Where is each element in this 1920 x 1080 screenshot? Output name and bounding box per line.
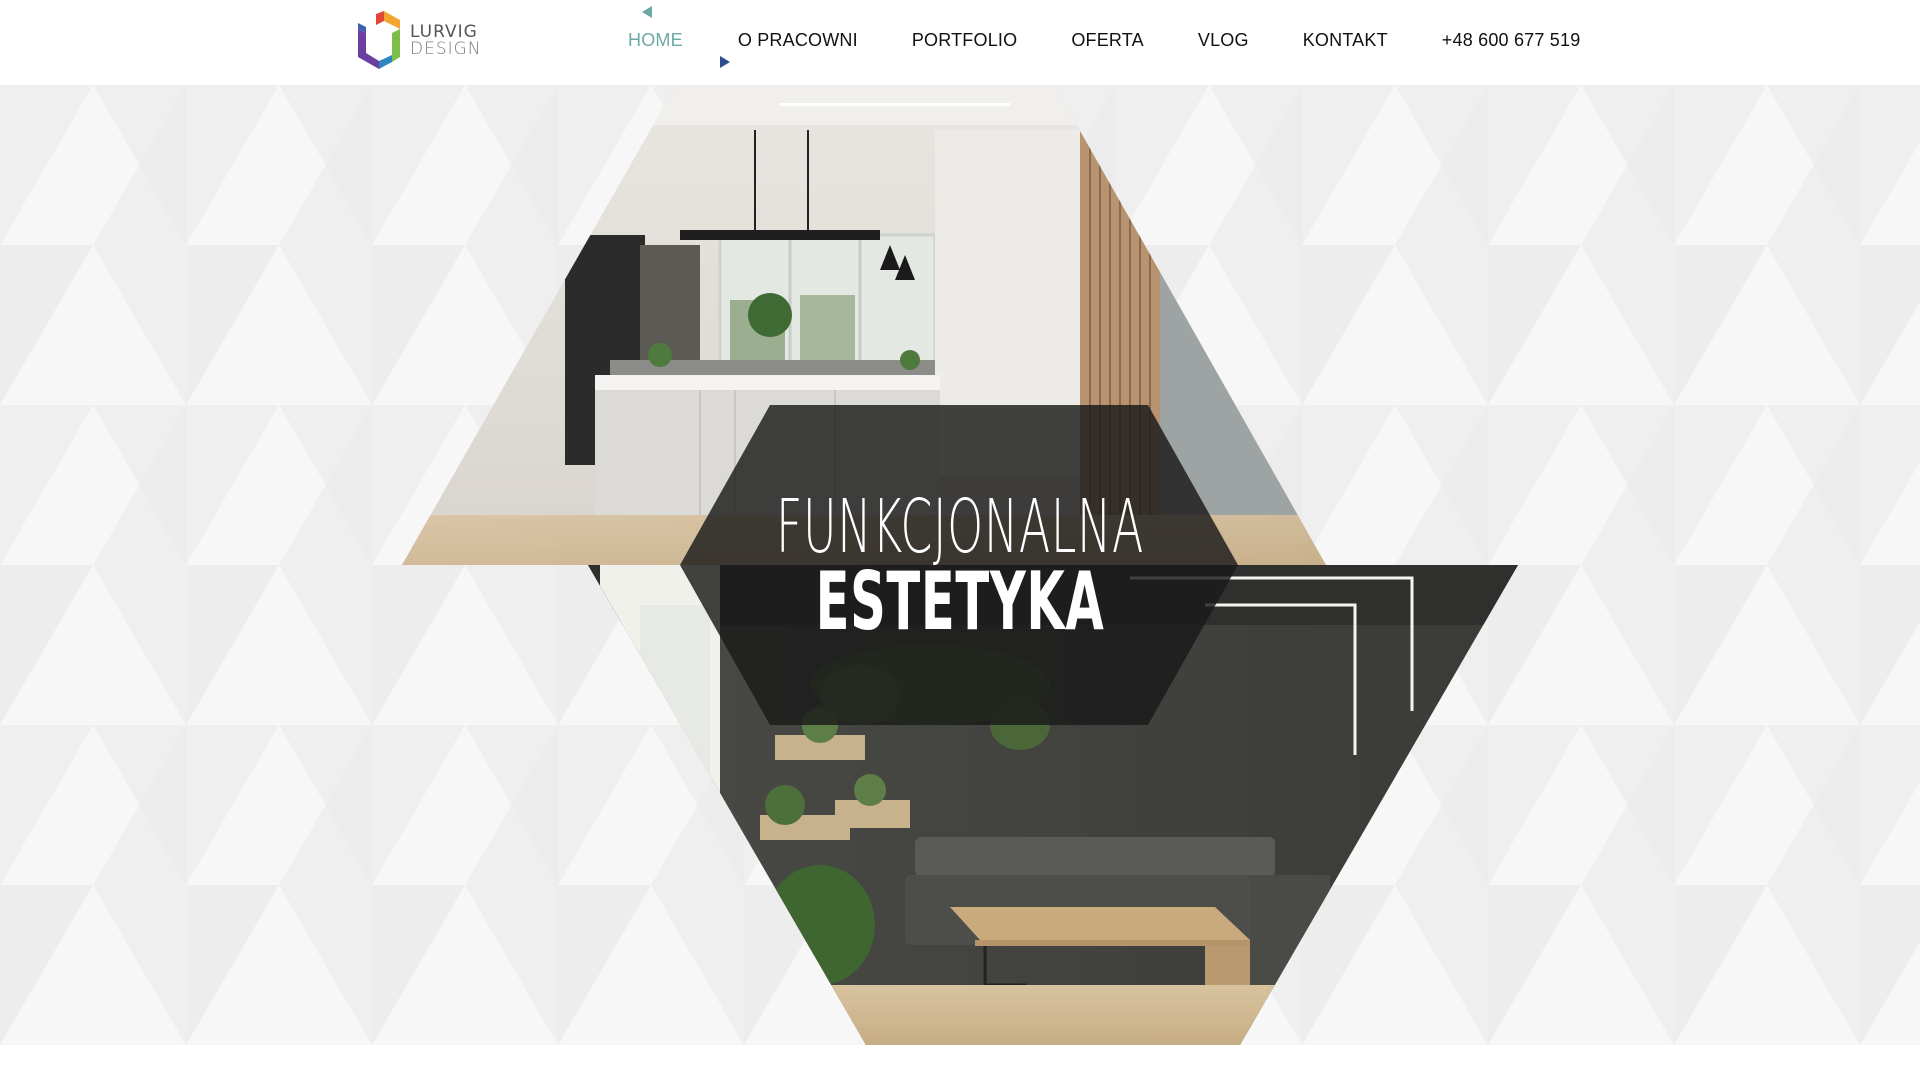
logo-mark-icon [358,11,400,69]
main-nav: HOME O PRACOWNI PORTFOLIO OFERTA VLOG KO… [628,0,1580,80]
page-bottom-strip [0,1045,1920,1080]
site-header: LURVIG DESIGN HOME O PRACOWNI PORTFOLIO … [0,0,1920,85]
hero-section: FUNKCJONALNA ESTETYKA [0,85,1920,1045]
nav-vlog[interactable]: VLOG [1198,30,1249,51]
logo-link[interactable]: LURVIG DESIGN [354,10,489,72]
nav-oferta[interactable]: OFERTA [1071,30,1144,51]
logo-text-line2: DESIGN [410,39,482,59]
hero-headline: FUNKCJONALNA ESTETYKA [0,490,1920,642]
nav-phone[interactable]: +48 600 677 519 [1442,30,1581,51]
headline-bold-text: ESTETYKA [815,555,1105,648]
headline-light-text: FUNKCJONALNA [776,484,1144,570]
nav-kontakt[interactable]: KONTAKT [1303,30,1388,51]
nav-o-pracowni[interactable]: O PRACOWNI [738,30,858,51]
nav-portfolio[interactable]: PORTFOLIO [912,30,1018,51]
nav-home[interactable]: HOME [628,30,683,51]
